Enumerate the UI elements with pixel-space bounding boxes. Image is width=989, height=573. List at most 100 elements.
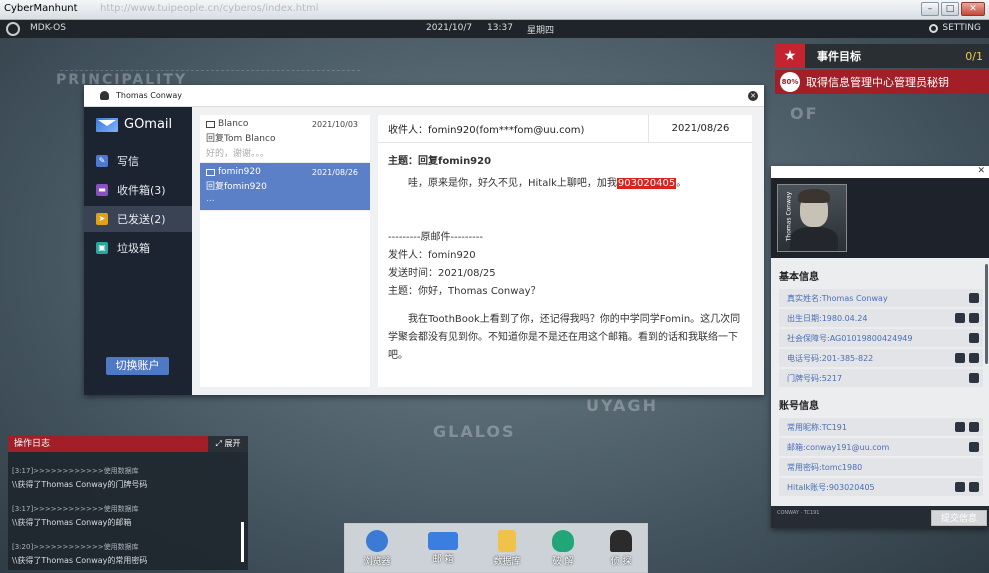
dock-database[interactable]: 数据库 [487,530,527,567]
log-entry-meta: [3:17]>>>>>>>>>>>>使用数据库 [12,467,139,475]
close-profile-button[interactable]: ✕ [977,166,985,176]
info-door-number[interactable]: 门牌号码:5217 [779,369,983,387]
close-mail-button[interactable]: ✕ [748,91,758,101]
avatar: Thomas Conway [777,184,847,252]
message-subject: 回复fomin920 [206,182,267,192]
profile-panel: ✕ Thomas Conway 基本信息 真实姓名:Thomas Conway … [771,166,989,528]
highlighted-number[interactable]: 903020405 [616,178,677,189]
list-item-selected[interactable]: fomin920 2021/08/26 回复fomin920 ... [200,163,370,211]
basic-info-title: 基本信息 [779,272,819,283]
avatar-hair [798,189,830,203]
nav-trash[interactable]: ▣ 垃圾箱 [84,235,192,261]
shield-icon[interactable] [955,313,965,323]
window-controls: – □ ✕ [921,2,985,16]
dock-label: 邮 箱 [432,555,454,565]
info-text: 门牌号码:5217 [787,373,843,383]
minimize-button[interactable]: – [921,2,939,16]
expand-button[interactable]: ⤢ 展开 [208,436,248,452]
reader-body: 主题：回复fomin920 哇，原来是你，好久不见，Hitalk上聊吧，加我90… [378,143,752,373]
close-window-button[interactable]: ✕ [961,2,985,16]
document-icon[interactable] [969,482,979,492]
info-birthdate[interactable]: 出生日期:1980.04.24 [779,309,983,327]
log-entry-text: \\获得了Thomas Conway的常用密码 [12,556,148,565]
mission-title: 事件目标 [817,50,861,63]
app-dock: 浏览器 邮 箱 数据库 破 解 侦 探 [344,523,648,573]
shield-icon[interactable] [969,333,979,343]
setting-button[interactable]: SETTING [929,23,981,33]
window-titlebar: CyberManhunt http://www.tuipeople.cn/cyb… [0,0,989,20]
info-nickname[interactable]: 常用昵称:TC191 [779,418,983,436]
shield-icon[interactable] [969,293,979,303]
profile-photo-area: Thomas Conway [771,178,989,258]
shield-icon[interactable] [955,353,965,363]
reader-line: 哇，原来是你，好久不见，Hitalk上聊吧，加我903020405。 [388,175,742,193]
os-date: 2021/10/7 [426,23,473,33]
profile-foot-text: CONWAY · TC191 [777,510,820,516]
info-password[interactable]: 常用密码:tomc1980 [779,458,983,476]
log-entry: [3:17]>>>>>>>>>>>>使用数据库 \\获得了Thomas Conw… [8,498,248,530]
dock-crack[interactable]: 破 解 [543,530,583,567]
log-scrollbar[interactable] [241,522,244,562]
nav-inbox-label: 收件箱(3) [117,184,166,197]
mission-task[interactable]: 80% 取得信息管理中心管理员秘钥 [775,70,989,94]
mission-panel: ★ 事件目标 0/1 80% 取得信息管理中心管理员秘钥 [775,44,989,94]
compose-icon: ✎ [96,155,108,167]
message-reader: 收件人：fomin920(fom***fom@uu.com) 2021/08/2… [378,115,752,387]
dock-label: 数据库 [493,557,521,567]
profile-topbar: ✕ [771,166,989,178]
info-real-name[interactable]: 真实姓名:Thomas Conway [779,289,983,307]
star-icon: ★ [775,44,805,68]
map-label: OF [790,104,819,123]
orig-time: 发送时间：2021/08/25 [388,268,496,279]
info-text: 社会保障号:AG01019800424949 [787,333,913,343]
switch-account-button[interactable]: 切换账户 [106,357,169,375]
maximize-button[interactable]: □ [941,2,959,16]
document-icon[interactable] [969,313,979,323]
info-hitalk[interactable]: Hitalk账号:903020405 [779,478,983,496]
log-entry-text: \\获得了Thomas Conway的邮箱 [12,518,132,527]
dock-label: 浏览器 [363,557,391,567]
info-text: 常用昵称:TC191 [787,422,847,432]
setting-label: SETTING [942,23,981,33]
os-logo-icon[interactable] [6,22,20,36]
reader-recipient-row: 收件人：fomin920(fom***fom@uu.com) 2021/08/2… [378,115,752,143]
nav-sent[interactable]: ➤ 已发送(2) [84,206,192,232]
dock-mail[interactable]: 邮 箱 [423,530,463,565]
profile-footer: CONWAY · TC191 提交信息 [771,506,989,528]
account-info-title: 账号信息 [779,401,819,412]
reader-text: 哇，原来是你，好久不见，Hitalk上聊吧，加我 [408,178,617,189]
avatar-name-tag: Thomas Conway [785,191,793,242]
nav-inbox[interactable]: ▬ 收件箱(3) [84,177,192,203]
reader-subject: 主题：回复fomin920 [388,156,492,167]
os-weekday: 星期四 [527,26,555,36]
shield-icon[interactable] [969,373,979,383]
message-sender: fomin920 [218,167,261,177]
info-text: 邮箱:conway191@uu.com [787,442,890,452]
search-icon[interactable] [969,422,979,432]
reader-recipient: 收件人：fomin920(fom***fom@uu.com) [388,125,585,136]
profile-scrollbar[interactable] [985,264,988,364]
mission-task-text: 取得信息管理中心管理员秘钥 [806,76,949,89]
info-ssn[interactable]: 社会保障号:AG01019800424949 [779,329,983,347]
nav-compose[interactable]: ✎ 写信 [84,148,192,174]
shield-icon[interactable] [955,422,965,432]
orig-subject: 主题：你好，Thomas Conway？ [388,286,541,297]
dock-browser[interactable]: 浏览器 [357,530,397,567]
document-icon[interactable] [969,442,979,452]
message-preview: 好的，谢谢。。。 [206,149,270,159]
info-phone[interactable]: 电话号码:201-385-822 [779,349,983,367]
map-label: GLALOS [433,422,516,441]
reader-divider: ---------原邮件--------- [388,232,483,243]
dock-label: 破 解 [552,557,574,567]
info-text: 电话号码:201-385-822 [787,353,874,363]
list-item[interactable]: Blanco 2021/10/03 回复Tom Blanco 好的，谢谢。。。 [200,115,370,163]
dock-detective[interactable]: 侦 探 [601,530,641,567]
shield-icon[interactable] [955,482,965,492]
dock-label: 侦 探 [610,557,632,567]
submit-info-button[interactable]: 提交信息 [931,510,987,526]
info-text: 出生日期:1980.04.24 [787,313,868,323]
document-icon[interactable] [969,353,979,363]
log-title: 操作日志 [8,436,208,452]
map-label: UYAGH [586,396,658,415]
info-email[interactable]: 邮箱:conway191@uu.com [779,438,983,456]
